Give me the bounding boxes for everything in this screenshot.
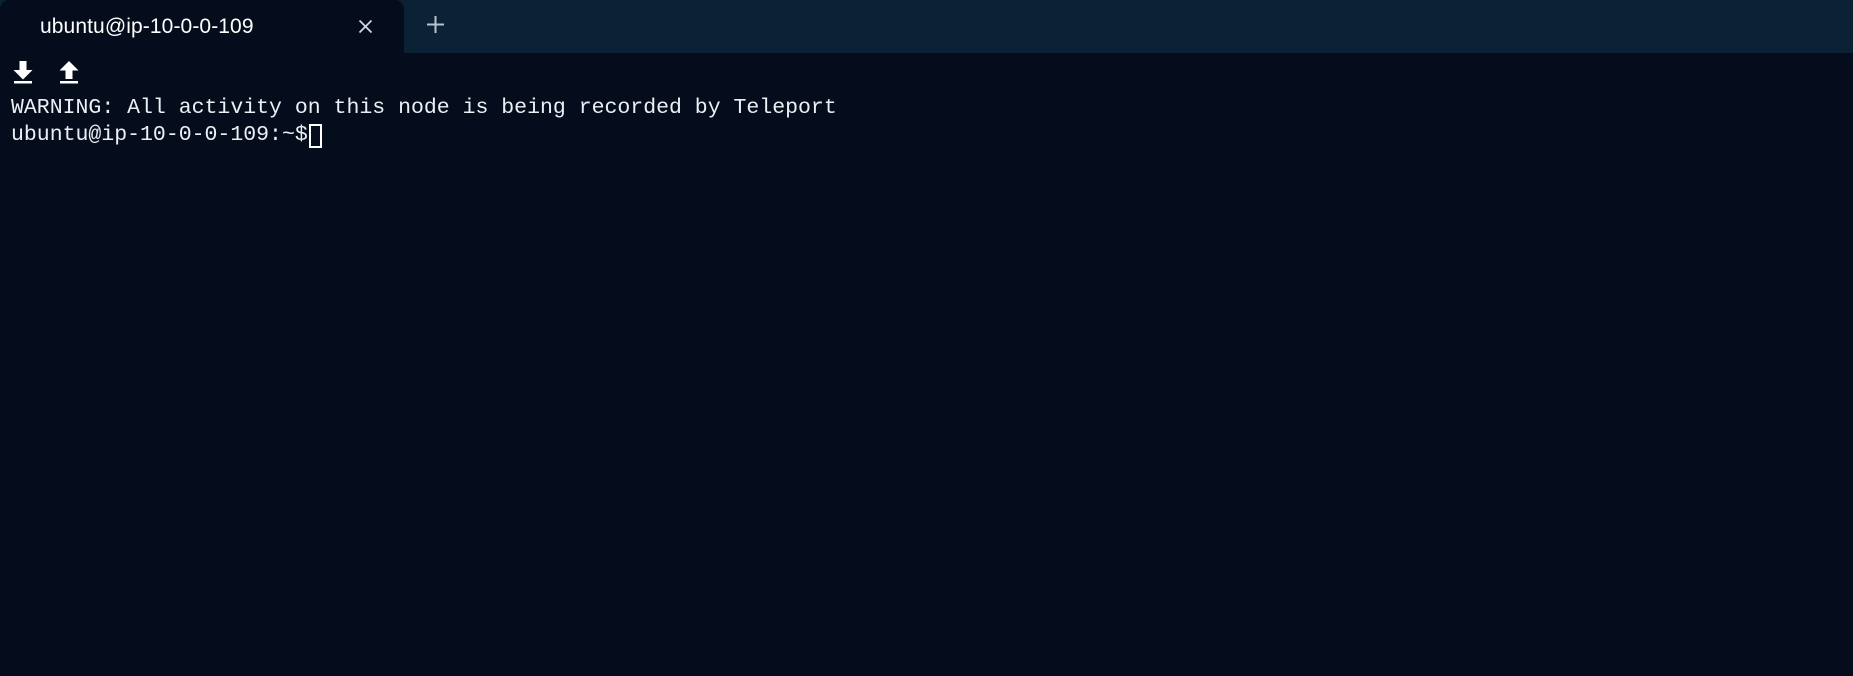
shell-prompt: ubuntu@ip-10-0-0-109:~$ (11, 123, 308, 147)
tab-bar: ubuntu@ip-10-0-0-109 (0, 0, 1853, 53)
download-files-button[interactable] (9, 59, 37, 89)
close-icon[interactable] (350, 12, 380, 42)
terminal-line-warning: WARNING: All activity on this node is be… (11, 96, 837, 120)
new-tab-button[interactable] (404, 0, 466, 53)
download-icon (12, 60, 34, 89)
terminal-tab-label: ubuntu@ip-10-0-0-109 (40, 14, 254, 38)
terminal-tab[interactable]: ubuntu@ip-10-0-0-109 (0, 0, 404, 53)
upload-icon (58, 60, 80, 89)
tab-bar-empty-space (466, 0, 1853, 53)
terminal-prompt-line: ubuntu@ip-10-0-0-109:~$ (11, 122, 1853, 149)
upload-files-button[interactable] (55, 59, 83, 89)
terminal-output-area[interactable]: WARNING: All activity on this node is be… (0, 95, 1853, 676)
file-transfer-bar (0, 53, 1853, 95)
plus-icon (425, 14, 446, 40)
terminal-cursor (308, 123, 322, 148)
